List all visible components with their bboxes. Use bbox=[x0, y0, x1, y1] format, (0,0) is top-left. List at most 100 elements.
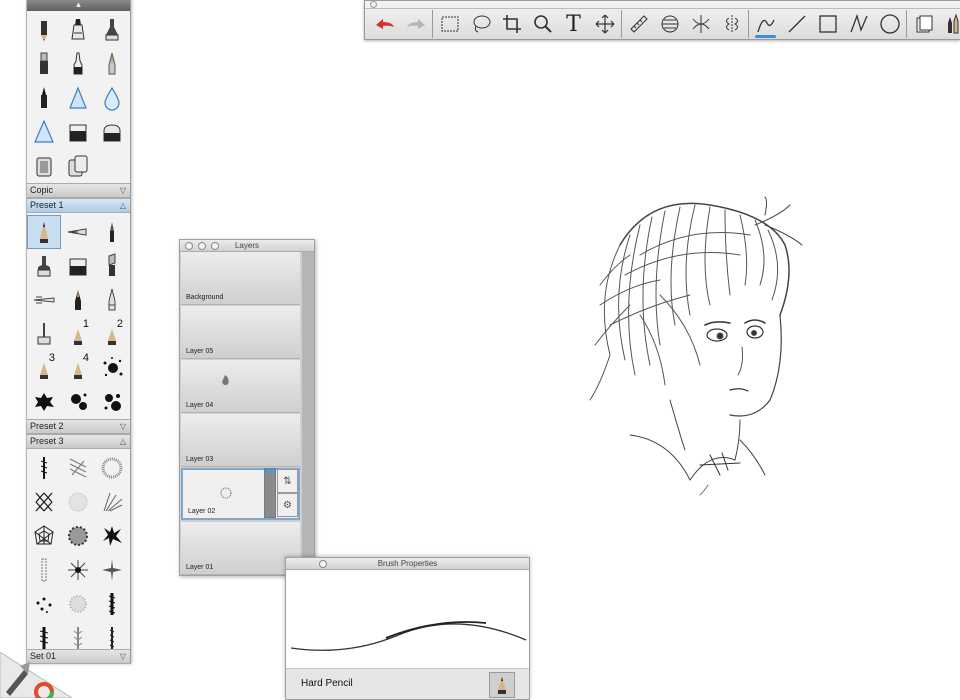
stroke-preview bbox=[286, 578, 529, 668]
stamp-preset-icon[interactable] bbox=[27, 249, 61, 283]
library-collapse-handle[interactable]: ▲ bbox=[27, 0, 130, 11]
group-preset2-header[interactable]: Preset 2 ▽ bbox=[27, 419, 130, 434]
ellipse-button[interactable] bbox=[874, 10, 905, 38]
symmetry-button[interactable] bbox=[716, 10, 747, 38]
noise-texture-icon[interactable] bbox=[61, 485, 95, 519]
redo-button[interactable] bbox=[400, 10, 431, 38]
marker-tool-icon[interactable] bbox=[61, 13, 95, 47]
group-preset1-header[interactable]: Preset 1 △ bbox=[27, 198, 130, 213]
fur-texture-icon[interactable] bbox=[61, 587, 95, 621]
polyline-button[interactable] bbox=[843, 10, 874, 38]
ink-blot-preset-icon[interactable] bbox=[27, 385, 61, 419]
crop-icon bbox=[501, 13, 523, 35]
pencil-tool-icon[interactable] bbox=[27, 13, 61, 47]
hatch-texture-icon[interactable] bbox=[61, 451, 95, 485]
current-brush-button[interactable] bbox=[489, 672, 515, 698]
chain-texture-icon[interactable] bbox=[27, 553, 61, 587]
eraser-tool-icon[interactable] bbox=[61, 115, 95, 149]
layers-title-bar[interactable]: Layers bbox=[180, 240, 314, 252]
quick-tools-corner[interactable] bbox=[0, 652, 72, 698]
zoom-button[interactable] bbox=[527, 10, 558, 38]
ballpoint-preset-icon[interactable] bbox=[61, 215, 95, 249]
dip-pen-preset-icon[interactable] bbox=[27, 317, 61, 351]
spark-texture-icon[interactable] bbox=[95, 553, 129, 587]
lasso-button[interactable] bbox=[465, 10, 496, 38]
pencil-variant-3-preset-icon[interactable]: 3 bbox=[27, 351, 61, 385]
layers-scrollbar[interactable] bbox=[302, 252, 314, 562]
close-window-icon[interactable] bbox=[319, 560, 327, 568]
layer-opacity-slider[interactable] bbox=[264, 468, 276, 518]
layer-row[interactable]: Layer 01 bbox=[181, 522, 300, 575]
layer-blend-mode-button[interactable]: ⇅ bbox=[277, 469, 298, 493]
french-curve-button[interactable] bbox=[685, 10, 716, 38]
spray-pen-preset-icon[interactable] bbox=[27, 283, 61, 317]
layer-row[interactable]: Layer 05 bbox=[181, 306, 300, 359]
toolbar-close-icon[interactable] bbox=[370, 1, 377, 8]
nib-pen-tool-icon[interactable] bbox=[95, 47, 129, 81]
layer-row[interactable]: Layer 04 bbox=[181, 360, 300, 413]
basic-tools-grid bbox=[27, 11, 130, 183]
smudge-tool-icon[interactable] bbox=[27, 115, 61, 149]
ellipse-guide-button[interactable] bbox=[654, 10, 685, 38]
layer-thumbnail-icon bbox=[219, 374, 231, 388]
toolbar-separator bbox=[621, 10, 622, 38]
zoom-window-icon[interactable] bbox=[211, 242, 219, 250]
vine-texture-icon[interactable] bbox=[27, 451, 61, 485]
hard-pencil-preset-icon[interactable] bbox=[27, 215, 61, 249]
toolbar-separator bbox=[748, 10, 749, 38]
toolbar-separator bbox=[906, 10, 907, 38]
drawing-canvas-sketch[interactable] bbox=[540, 185, 830, 505]
chevron-up-icon: △ bbox=[120, 435, 126, 448]
brush-tool-icon[interactable] bbox=[27, 81, 61, 115]
ruler-button[interactable] bbox=[623, 10, 654, 38]
airbrush-tool-icon[interactable] bbox=[61, 81, 95, 115]
text-tool-button[interactable]: T bbox=[558, 10, 589, 38]
rect-select-button[interactable] bbox=[434, 10, 465, 38]
scribble-texture-icon[interactable] bbox=[95, 451, 129, 485]
layer-controls: ⇅ ⚙ bbox=[264, 468, 298, 518]
crop-button[interactable] bbox=[496, 10, 527, 38]
copy-paste-button[interactable] bbox=[908, 10, 939, 38]
minimize-window-icon[interactable] bbox=[198, 242, 206, 250]
ink-spatter-preset-icon[interactable] bbox=[61, 385, 95, 419]
web-texture-icon[interactable] bbox=[27, 519, 61, 553]
felt-tip-tool-icon[interactable] bbox=[27, 47, 61, 81]
soft-eraser-tool-icon[interactable] bbox=[95, 115, 129, 149]
rectangle-button[interactable] bbox=[812, 10, 843, 38]
layer-effects-button[interactable]: ⚙ bbox=[277, 493, 298, 517]
fill-bucket-tool-icon[interactable] bbox=[61, 149, 95, 183]
close-window-icon[interactable] bbox=[185, 242, 193, 250]
block-eraser-preset-icon[interactable] bbox=[61, 249, 95, 283]
layer-row[interactable]: Background bbox=[181, 252, 300, 305]
fine-nib-preset-icon[interactable] bbox=[95, 283, 129, 317]
chisel-marker-preset-icon[interactable] bbox=[95, 249, 129, 283]
calligraphy-preset-icon[interactable] bbox=[95, 215, 129, 249]
ink-drops-preset-icon[interactable] bbox=[95, 385, 129, 419]
line-button[interactable] bbox=[781, 10, 812, 38]
dots-texture-icon[interactable] bbox=[27, 587, 61, 621]
pencil-variant-4-preset-icon[interactable]: 4 bbox=[61, 351, 95, 385]
star-burst-texture-icon[interactable] bbox=[61, 553, 95, 587]
pencil-variant-1-preset-icon[interactable]: 1 bbox=[61, 317, 95, 351]
technical-pen-tool-icon[interactable] bbox=[61, 47, 95, 81]
brush-library-toggle[interactable] bbox=[939, 10, 960, 38]
pencil-variant-2-preset-icon[interactable]: 2 bbox=[95, 317, 129, 351]
paint-bucket-tool-icon[interactable] bbox=[27, 149, 61, 183]
splatter-brush-preset-icon[interactable] bbox=[95, 351, 129, 385]
grass-texture-icon[interactable] bbox=[95, 485, 129, 519]
water-drop-tool-icon[interactable] bbox=[95, 81, 129, 115]
crosshatch-texture-icon[interactable] bbox=[27, 485, 61, 519]
transform-button[interactable] bbox=[589, 10, 620, 38]
ink-pen-tool-icon[interactable] bbox=[95, 13, 129, 47]
layer-row[interactable]: Layer 03 bbox=[181, 414, 300, 467]
undo-button[interactable] bbox=[369, 10, 400, 38]
group-copic-header[interactable]: Copic ▽ bbox=[27, 183, 130, 198]
bristle-texture-icon[interactable] bbox=[95, 587, 129, 621]
ink-brush-preset-icon[interactable] bbox=[61, 283, 95, 317]
speckle-texture-icon[interactable] bbox=[61, 519, 95, 553]
splash-texture-icon[interactable] bbox=[95, 519, 129, 553]
freehand-stroke-button[interactable] bbox=[750, 10, 781, 38]
rectangle-icon bbox=[817, 13, 839, 35]
brush-properties-title-bar[interactable]: Brush Properties bbox=[286, 558, 529, 570]
group-preset3-header[interactable]: Preset 3 △ bbox=[27, 434, 130, 449]
